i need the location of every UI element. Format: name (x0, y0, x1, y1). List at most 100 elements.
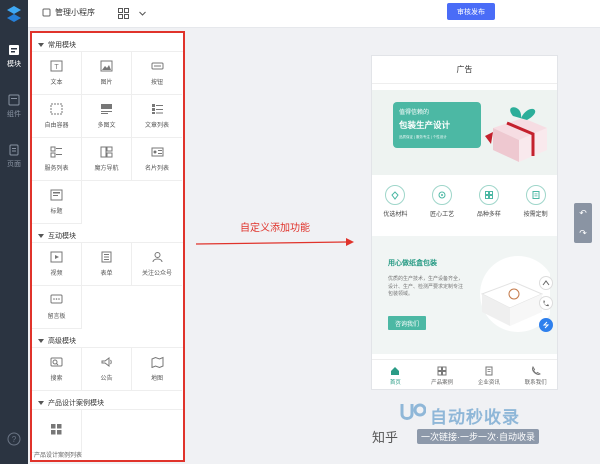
component-icon (8, 94, 20, 106)
component-label: 名片列表 (144, 166, 169, 172)
feature-item[interactable]: 按需定制 (512, 181, 557, 229)
annotation-arrow (196, 238, 354, 246)
follow-icon (152, 252, 162, 263)
feature-item[interactable]: 品种多样 (466, 181, 513, 229)
rail-label: 模块 (7, 61, 21, 68)
component-label: 关注公众号 (141, 271, 172, 277)
app-title[interactable]: 管理小程序 (42, 7, 95, 18)
grid-menu-icon[interactable] (118, 8, 129, 19)
section-header[interactable]: 产品设计案例模块 (32, 391, 183, 409)
section-header[interactable]: 常用模块 (32, 33, 183, 51)
component-item[interactable]: 服务列表 (32, 138, 82, 181)
text-icon: T (50, 60, 63, 72)
grid-icon (51, 423, 62, 434)
rail-item-component[interactable]: 组件 (0, 94, 28, 119)
chevron-down-icon[interactable] (138, 9, 147, 18)
rail-item-page[interactable]: 页面 (0, 144, 28, 169)
preview-title: 广告 (372, 56, 557, 84)
caret-down-icon (38, 338, 44, 343)
consult-button[interactable]: 咨询我们 (388, 316, 426, 330)
section-title: 互动模块 (48, 232, 76, 240)
component-panel: 常用模块 T 文本 图片 按钮自由容器 多图文 文章列表服务列表 魔方导航 名片列表标题互动模块… (30, 31, 185, 462)
undo-icon[interactable]: ↶ (574, 203, 592, 223)
feature-item[interactable]: 匠心工艺 (419, 181, 466, 229)
map-icon (151, 356, 163, 368)
component-item[interactable]: 视频 (32, 243, 82, 286)
section-header[interactable]: 互动模块 (32, 224, 183, 242)
promo-desc: 优质的生产技术，生产设备齐全，设计、生产、检测严要求定制专注包装领域。 (388, 276, 464, 297)
feature-item[interactable]: 优选材料 (372, 181, 419, 229)
feature-badge (385, 185, 406, 205)
tab-news[interactable]: 企业资讯 (466, 360, 513, 389)
heading-icon (50, 189, 63, 201)
share-icon[interactable] (539, 276, 553, 290)
logo-icon (7, 6, 21, 22)
search-icon (50, 357, 63, 367)
feature-label: 优选材料 (383, 212, 408, 218)
component-label: 魔方导航 (94, 166, 119, 172)
help-icon[interactable]: ? (7, 432, 21, 446)
redo-icon[interactable]: ↷ (574, 223, 592, 243)
phone-icon[interactable] (539, 296, 553, 310)
component-item[interactable]: 图片 (82, 52, 132, 95)
feature-badge (478, 185, 499, 205)
watermark-logo-icon (400, 403, 426, 420)
annotation-label: 自定义添加功能 (240, 223, 310, 234)
tab-contact[interactable]: 联系我们 (512, 360, 557, 389)
publish-button[interactable]: 审核发布 (447, 3, 495, 20)
component-label: 视频 (50, 271, 63, 277)
component-grid (32, 409, 183, 453)
component-item[interactable]: 表单 (82, 243, 132, 286)
component-item[interactable]: 搜索 (32, 348, 82, 391)
rail-label: 页面 (7, 161, 21, 168)
component-item[interactable]: 关注公众号 (132, 243, 182, 286)
product-icon (437, 366, 447, 375)
preview-banner[interactable]: 值得信赖的 包装生产设计 品质保证 | 服务专注 | 个性设计 (372, 90, 557, 175)
watermark-zhihu: 知乎 (372, 430, 399, 445)
feature-badge (432, 185, 453, 205)
module-icon (9, 45, 19, 55)
material-icon (391, 191, 400, 200)
banner-line3: 品质保证 | 服务专注 | 个性设计 (399, 135, 447, 139)
component-item[interactable]: 文章列表 (132, 95, 182, 138)
watermark-sub: 一次链接·一步一次·自动收录 (417, 429, 539, 444)
panel-footer: 产品设计案例列表 (34, 453, 83, 459)
component-grid: 视频 表单 关注公众号留言板 (32, 242, 183, 329)
component-label: 地图 (150, 376, 163, 382)
tab-label: 首页 (389, 379, 401, 386)
component-item[interactable]: 公告 (82, 348, 132, 391)
rail-label: 组件 (7, 111, 21, 118)
component-label: 文章列表 (144, 123, 169, 129)
component-item[interactable]: 多图文 (82, 95, 132, 138)
component-item[interactable] (32, 410, 82, 453)
promo-section: 用心做纸盒包装 优质的生产技术，生产设备齐全，设计、生产、检测严要求定制专注包装… (372, 236, 557, 354)
news-icon (485, 366, 493, 375)
svg-text:T: T (54, 64, 59, 71)
form-icon (101, 251, 112, 263)
caret-down-icon (38, 233, 44, 238)
left-rail: 模块 组件 页面 ? (0, 0, 28, 464)
component-label: 留言板 (47, 314, 66, 320)
section-title: 产品设计案例模块 (48, 399, 104, 407)
component-item[interactable]: T 文本 (32, 52, 82, 95)
announcement-icon (101, 357, 112, 367)
watermark: 自动秒收录 知乎 一次链接·一步一次·自动收录 (372, 400, 600, 464)
section-header[interactable]: 高级模块 (32, 329, 183, 347)
banner-line1: 值得信赖的 (399, 110, 430, 116)
container-icon (50, 103, 63, 115)
component-item[interactable]: 按钮 (132, 52, 182, 95)
rail-item-module[interactable]: 模块 (0, 44, 28, 69)
service-icon[interactable] (539, 318, 553, 332)
component-item[interactable]: 标题 (32, 181, 82, 224)
component-item[interactable]: 地图 (132, 348, 182, 391)
tab-home[interactable]: 首页 (372, 360, 419, 389)
component-item[interactable]: 自由容器 (32, 95, 82, 138)
component-item[interactable]: 魔方导航 (82, 138, 132, 181)
component-item[interactable]: 名片列表 (132, 138, 182, 181)
home-icon (391, 366, 400, 375)
component-label: 服务列表 (44, 166, 69, 172)
watermark-brand: 自动秒收录 (430, 408, 520, 427)
component-item[interactable]: 留言板 (32, 286, 82, 329)
tab-product[interactable]: 产品案例 (419, 360, 466, 389)
component-label: 文本 (50, 80, 63, 86)
